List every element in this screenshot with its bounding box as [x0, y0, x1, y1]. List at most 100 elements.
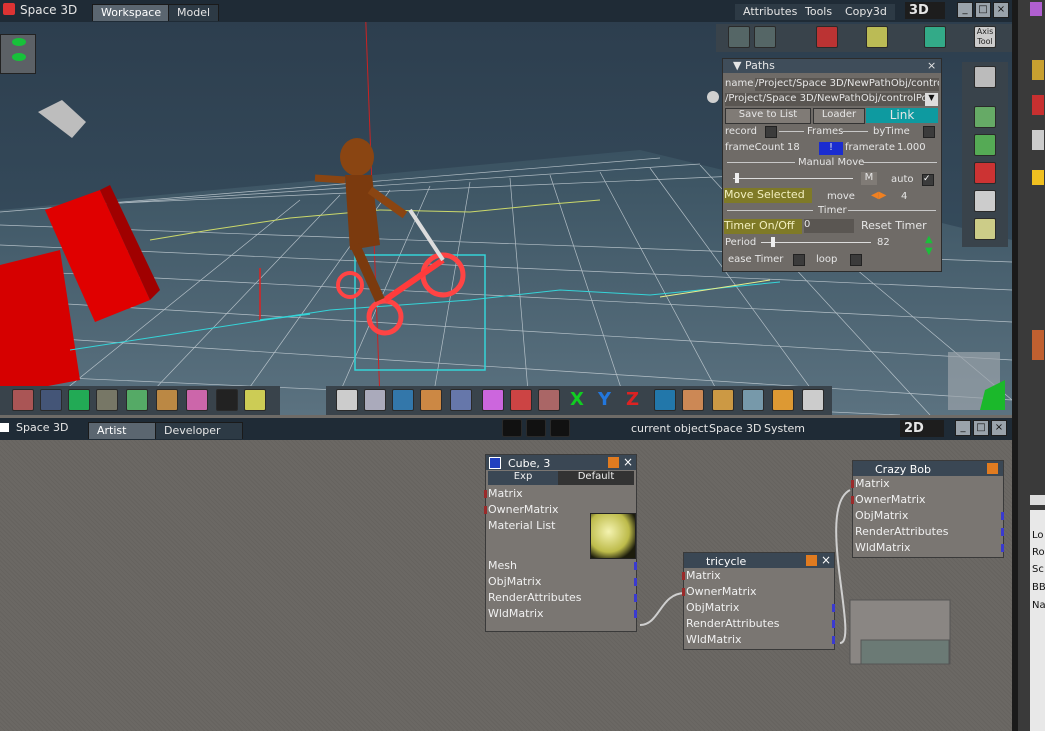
tab-model[interactable]: Model [168, 4, 220, 21]
node-color-icon[interactable] [608, 457, 619, 468]
move-value[interactable]: 4 [901, 191, 907, 202]
x-axis-icon[interactable]: X [570, 389, 584, 410]
path-select[interactable]: /Project/Space 3D/NewPathObj/controlPo [725, 93, 925, 106]
node-color-icon[interactable] [987, 463, 998, 474]
thumb-icon[interactable] [1032, 170, 1044, 185]
tab-workspace[interactable]: Workspace [92, 4, 171, 21]
period-value[interactable]: 82 [877, 237, 890, 248]
port-matrix[interactable]: Matrix [484, 486, 636, 502]
menu-copy3d[interactable]: Copy3d [837, 4, 895, 20]
port-wldmatrix[interactable]: WldMatrix [684, 632, 835, 648]
node-cube[interactable]: Cube, 3 × Exp Default Matrix OwnerMatrix… [484, 454, 637, 632]
green-light-icon[interactable] [12, 38, 26, 46]
link-button[interactable]: Link [866, 108, 938, 123]
save-to-list-button[interactable]: Save to List [725, 108, 811, 124]
collapse-triangle-icon[interactable]: ▼ [733, 59, 741, 72]
auto-checkbox[interactable]: ✓ [922, 174, 934, 186]
thumb-icon[interactable] [1032, 130, 1044, 150]
pick-tool-icon[interactable] [12, 389, 34, 411]
swirl-tool-icon[interactable] [654, 389, 676, 411]
port-ownermatrix[interactable]: OwnerMatrix [851, 492, 1003, 508]
spinner-up-icon[interactable]: ▲ [925, 235, 933, 245]
anchor-tool-icon[interactable] [538, 389, 560, 411]
grid-icon[interactable] [974, 190, 996, 212]
balls-tool-icon[interactable] [186, 389, 208, 411]
thumb-icon[interactable] [1032, 60, 1044, 80]
character-icon[interactable] [974, 106, 996, 128]
node-tricycle[interactable]: tricycle × Matrix OwnerMatrix ObjMatrix … [682, 552, 835, 650]
z-axis-icon[interactable]: Z [626, 389, 639, 410]
port-renderattributes[interactable]: RenderAttributes [853, 524, 1004, 540]
eye-icon[interactable] [974, 66, 996, 88]
crate-tool-icon[interactable] [712, 389, 734, 411]
port-wldmatrix[interactable]: WldMatrix [486, 606, 637, 622]
3d-viewport[interactable]: Space 3D Workspace Model Attributes Tool… [0, 0, 1012, 415]
period-slider[interactable] [771, 237, 775, 247]
close-icon[interactable]: × [993, 2, 1009, 18]
mini-toolbar[interactable] [0, 34, 36, 74]
port-renderattributes[interactable]: RenderAttributes [486, 590, 637, 606]
node-editor[interactable]: Space 3D Artist Developer current object… [0, 418, 1012, 731]
close-icon[interactable]: × [623, 455, 633, 470]
port-ownermatrix[interactable]: OwnerMatrix [682, 584, 834, 600]
m-button[interactable]: M [861, 172, 877, 185]
dropdown-arrow-icon[interactable]: ▼ [925, 93, 938, 106]
node-color-icon[interactable] [806, 555, 817, 566]
port-wldmatrix[interactable]: WldMatrix [853, 540, 1004, 556]
pin-icon[interactable] [974, 218, 996, 240]
y-axis-icon[interactable]: Y [598, 389, 611, 410]
hammer-tool-icon[interactable] [682, 389, 704, 411]
framerate-field[interactable]: 1.000 [897, 142, 926, 153]
orbit-tool-icon[interactable] [392, 389, 414, 411]
box-tool-icon[interactable] [420, 389, 442, 411]
move-arrows-icon[interactable]: ◀▶ [871, 190, 897, 202]
cube-tool-icon[interactable] [68, 389, 90, 411]
plane-tool-icon[interactable] [96, 389, 118, 411]
light-bulb-icon[interactable] [866, 26, 888, 48]
menu-attributes[interactable]: Attributes [735, 4, 806, 20]
green-light-icon[interactable] [12, 53, 26, 61]
star-tool-icon[interactable] [244, 389, 266, 411]
framecount-field[interactable]: 18 [787, 142, 817, 153]
thumb-icon[interactable] [1032, 330, 1044, 360]
port-mesh[interactable]: Mesh [486, 558, 637, 574]
tab-exp[interactable]: Exp [488, 471, 558, 485]
port-renderattributes[interactable]: RenderAttributes [684, 616, 835, 632]
book-tool-icon[interactable] [450, 389, 472, 411]
close-icon[interactable]: × [927, 59, 936, 73]
frame-tool-icon[interactable] [802, 389, 824, 411]
line-tool-icon[interactable] [754, 26, 776, 48]
loader-button[interactable]: Loader [813, 108, 865, 124]
port-objmatrix[interactable]: ObjMatrix [853, 508, 1004, 524]
name-field[interactable]: /Project/Space 3D/NewPathObj/contro [755, 78, 939, 91]
port-objmatrix[interactable]: ObjMatrix [684, 600, 835, 616]
move-selected-button[interactable]: Move Selected [724, 188, 812, 203]
axes-icon[interactable] [924, 26, 946, 48]
menu-tools[interactable]: Tools [797, 4, 841, 20]
tire-tool-icon[interactable] [216, 389, 238, 411]
house-tool-icon[interactable] [510, 389, 532, 411]
timer-onoff-button[interactable]: Timer On/Off [724, 219, 802, 234]
maximize-icon[interactable]: □ [975, 2, 991, 18]
grid-box-icon[interactable] [772, 389, 794, 411]
ramp-tool-icon[interactable] [156, 389, 178, 411]
minimize-icon[interactable]: _ [957, 2, 973, 18]
lamp-tool-icon[interactable] [742, 389, 764, 411]
framecount-info-button[interactable]: ! [819, 142, 843, 155]
manual-move-slider[interactable] [735, 173, 739, 183]
bytime-checkbox[interactable] [923, 126, 935, 138]
timer-value-field[interactable]: 0 [804, 219, 854, 233]
node-crazy-bob[interactable]: Crazy Bob Matrix OwnerMatrix ObjMatrix R… [851, 460, 1004, 558]
spinner-down-icon[interactable]: ▼ [925, 247, 933, 257]
transform-icon[interactable] [728, 26, 750, 48]
thumb-icon[interactable] [1032, 95, 1044, 115]
ease-timer-checkbox[interactable] [793, 254, 805, 266]
view-mode-3d[interactable]: 3D [905, 2, 945, 19]
purple-cube-icon[interactable] [482, 389, 504, 411]
close-icon[interactable]: × [821, 553, 831, 568]
rotate-tool-icon[interactable] [364, 389, 386, 411]
port-matrix[interactable]: Matrix [682, 568, 834, 584]
red-shape-icon[interactable] [974, 162, 996, 184]
pyramid-tool-icon[interactable] [126, 389, 148, 411]
scene-icon[interactable] [974, 134, 996, 156]
